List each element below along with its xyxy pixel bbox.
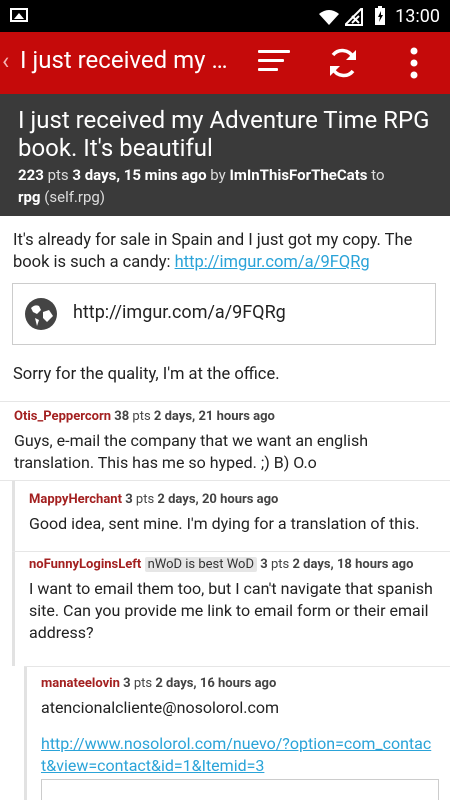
comment-header: noFunnyLoginsLeft nWoD is best WoD 3 pts… bbox=[29, 556, 436, 574]
comment-body: atencionalcliente@nosolorol.com bbox=[41, 698, 280, 717]
post-body-link[interactable]: http://imgur.com/a/9FQRg bbox=[175, 253, 370, 272]
post-content: It's already for sale in Spain and I jus… bbox=[0, 216, 450, 800]
comment-points: 3 bbox=[125, 492, 133, 507]
comment-header: MappyHerchant 3 pts 2 days, 20 hours ago bbox=[29, 491, 436, 509]
link-preview[interactable] bbox=[41, 779, 439, 800]
comment-pts-label: pts bbox=[132, 409, 151, 424]
post-age: 3 days, 15 mins ago bbox=[72, 166, 207, 184]
comment-pts-label: pts bbox=[270, 557, 290, 572]
comment-pts-label: pts bbox=[135, 492, 155, 507]
comment[interactable]: MappyHerchant 3 pts 2 days, 20 hours ago… bbox=[12, 481, 450, 551]
post-meta: 223 pts 3 days, 15 mins ago by ImInThisF… bbox=[18, 164, 438, 208]
post-domain: (self.rpg) bbox=[44, 188, 106, 206]
comment-age: 2 days, 16 hours ago bbox=[155, 676, 277, 691]
comment[interactable]: Otis_Peppercorn 38 pts 2 days, 21 hours … bbox=[0, 402, 450, 478]
comment-link[interactable]: http://www.nosolorol.com/nuevo/?option=c… bbox=[41, 734, 431, 775]
post-body: It's already for sale in Spain and I jus… bbox=[13, 230, 437, 274]
refresh-icon[interactable] bbox=[326, 46, 360, 80]
post-subreddit[interactable]: rpg bbox=[18, 188, 41, 206]
battery-icon bbox=[375, 6, 385, 25]
comment-body: Good idea, sent mine. I'm dying for a tr… bbox=[29, 514, 420, 533]
comment-age: 2 days, 20 hours ago bbox=[157, 492, 279, 507]
comment-points: 38 bbox=[114, 409, 130, 424]
post-author[interactable]: ImInThisForTheCats bbox=[229, 166, 367, 184]
clock: 13:00 bbox=[395, 6, 440, 27]
comment[interactable]: manateelovin 3 pts 2 days, 16 hours ago … bbox=[24, 667, 450, 800]
toolbar: ‹ I just received my A... bbox=[0, 32, 450, 94]
globe-icon bbox=[25, 298, 57, 330]
post-to-label: to bbox=[371, 166, 385, 184]
toolbar-title: I just received my A... bbox=[20, 46, 230, 74]
status-bar: 13:00 bbox=[0, 0, 450, 32]
sort-icon[interactable] bbox=[258, 50, 290, 76]
comment-author[interactable]: manateelovin bbox=[41, 676, 120, 691]
comment-author[interactable]: noFunnyLoginsLeft bbox=[29, 557, 141, 572]
comment-author[interactable]: Otis_Peppercorn bbox=[14, 409, 111, 424]
overflow-menu-icon[interactable] bbox=[408, 46, 420, 80]
post-by-label: by bbox=[210, 166, 226, 184]
comment-flair: nWoD is best WoD bbox=[144, 557, 258, 572]
comment[interactable]: noFunnyLoginsLeft nWoD is best WoD 3 pts… bbox=[12, 552, 450, 666]
comment-points: 3 bbox=[260, 557, 268, 572]
post-title: I just received my Adventure Time RPG bo… bbox=[18, 106, 430, 162]
comment-header: Otis_Peppercorn 38 pts 2 days, 21 hours … bbox=[14, 408, 436, 426]
link-preview-url: http://imgur.com/a/9FQRg bbox=[73, 302, 286, 323]
signal-icon bbox=[345, 8, 363, 26]
post-header: I just received my Adventure Time RPG bo… bbox=[0, 94, 450, 216]
back-arrow-icon[interactable]: ‹ bbox=[2, 49, 16, 73]
comment-body: Guys, e-mail the company that we want an… bbox=[14, 431, 369, 472]
comment-pts-label: pts bbox=[133, 676, 153, 691]
post-pts-label: pts bbox=[47, 166, 69, 184]
comment-body: I want to email them too, but I can't na… bbox=[29, 579, 433, 642]
post-body-text-2: Sorry for the quality, I'm at the office… bbox=[13, 365, 280, 384]
link-preview[interactable]: http://imgur.com/a/9FQRg bbox=[12, 283, 436, 345]
wifi-icon bbox=[319, 10, 339, 25]
post-points: 223 bbox=[18, 166, 44, 184]
comment-points: 3 bbox=[123, 676, 131, 691]
comment-header: manateelovin 3 pts 2 days, 16 hours ago bbox=[41, 675, 436, 693]
comment-age: 2 days, 21 hours ago bbox=[153, 409, 275, 424]
comment-author[interactable]: MappyHerchant bbox=[29, 492, 122, 507]
gallery-icon bbox=[10, 8, 28, 22]
comment-age: 2 days, 18 hours ago bbox=[292, 557, 414, 572]
